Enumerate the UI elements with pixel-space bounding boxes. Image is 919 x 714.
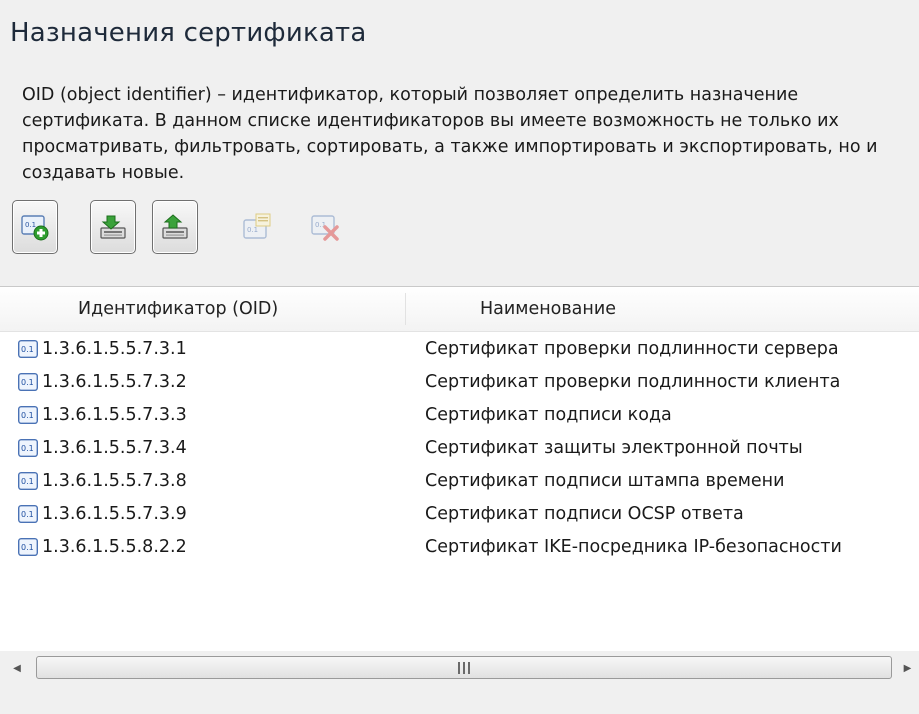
table-row[interactable]: 0.1 1.3.6.1.5.5.7.3.8 Сертификат подписи… — [0, 465, 919, 498]
list-rows: 0.1 1.3.6.1.5.5.7.3.1 Сертификат проверк… — [0, 333, 919, 564]
export-button[interactable] — [152, 200, 198, 254]
oid-properties-button[interactable]: 0.1 — [234, 200, 280, 254]
oid-name: Сертификат защиты электронной почты — [425, 438, 803, 458]
oid-delete-button[interactable]: 0.1 — [302, 200, 348, 254]
column-divider[interactable] — [405, 293, 406, 325]
oid-add-icon: 0.1 — [21, 215, 49, 241]
table-row[interactable]: 0.1 1.3.6.1.5.5.7.3.1 Сертификат проверк… — [0, 333, 919, 366]
oid-add-icon-text: 0.1 — [25, 221, 36, 229]
oid-value: 1.3.6.1.5.5.7.3.3 — [42, 405, 187, 425]
oid-name: Сертификат проверки подлинности сервера — [425, 339, 839, 359]
table-row[interactable]: 0.1 1.3.6.1.5.5.8.2.2 Сертификат IKE-пос… — [0, 531, 919, 564]
oid-properties-icon: 0.1 — [243, 213, 271, 239]
oid-icon-text: 0.1 — [21, 477, 34, 486]
oid-icon: 0.1 — [18, 373, 38, 391]
oid-value: 1.3.6.1.5.5.8.2.2 — [42, 537, 187, 557]
oid-icon: 0.1 — [18, 505, 38, 523]
oid-name: Сертификат проверки подлинности клиента — [425, 372, 841, 392]
oid-icon-text: 0.1 — [21, 444, 34, 453]
oid-icon-text: 0.1 — [21, 510, 34, 519]
oid-icon: 0.1 — [18, 472, 38, 490]
page-title: Назначения сертификата — [10, 18, 367, 48]
table-row[interactable]: 0.1 1.3.6.1.5.5.7.3.3 Сертификат подписи… — [0, 399, 919, 432]
oid-icon-text: 0.1 — [21, 411, 34, 420]
oid-icon: 0.1 — [18, 406, 38, 424]
table-row[interactable]: 0.1 1.3.6.1.5.5.7.3.9 Сертификат подписи… — [0, 498, 919, 531]
scrollbar-thumb[interactable] — [36, 656, 892, 679]
oid-icon-text: 0.1 — [21, 378, 34, 387]
oid-name: Сертификат подписи OCSP ответа — [425, 504, 744, 524]
list-header: Идентификатор (OID) Наименование — [0, 287, 919, 332]
oid-icon: 0.1 — [18, 538, 38, 556]
oid-value: 1.3.6.1.5.5.7.3.2 — [42, 372, 187, 392]
oid-properties-icon-text: 0.1 — [247, 226, 258, 234]
column-header-oid[interactable]: Идентификатор (OID) — [78, 287, 278, 331]
oid-value: 1.3.6.1.5.5.7.3.8 — [42, 471, 187, 491]
oid-list[interactable]: Идентификатор (OID) Наименование 0.1 1.3… — [0, 287, 919, 651]
column-header-name[interactable]: Наименование — [480, 287, 616, 331]
oid-delete-icon: 0.1 — [311, 215, 339, 241]
oid-value: 1.3.6.1.5.5.7.3.9 — [42, 504, 187, 524]
import-button[interactable] — [90, 200, 136, 254]
oid-icon: 0.1 — [18, 439, 38, 457]
import-icon — [100, 215, 126, 239]
oid-icon-text: 0.1 — [21, 345, 34, 354]
oid-value: 1.3.6.1.5.5.7.3.1 — [42, 339, 187, 359]
oid-name: Сертификат подписи кода — [425, 405, 672, 425]
chevron-left-icon: ◀ — [13, 662, 21, 674]
chevron-right-icon: ▶ — [903, 662, 912, 674]
oid-icon-text: 0.1 — [21, 543, 34, 552]
scroll-right-button[interactable]: ▶ — [896, 651, 919, 685]
scroll-left-button[interactable]: ◀ — [0, 651, 34, 685]
page-description: OID (object identifier) – идентификатор,… — [22, 85, 878, 183]
grip-icon — [458, 662, 470, 674]
oid-name: Сертификат IKE-посредника IP-безопасност… — [425, 537, 842, 557]
export-icon — [162, 214, 188, 239]
oid-name: Сертификат подписи штампа времени — [425, 471, 785, 491]
oid-value: 1.3.6.1.5.5.7.3.4 — [42, 438, 187, 458]
add-oid-button[interactable]: 0.1 — [12, 200, 58, 254]
table-row[interactable]: 0.1 1.3.6.1.5.5.7.3.2 Сертификат проверк… — [0, 366, 919, 399]
oid-icon: 0.1 — [18, 340, 38, 358]
horizontal-scrollbar[interactable]: ◀ ▶ — [0, 651, 919, 685]
table-row[interactable]: 0.1 1.3.6.1.5.5.7.3.4 Сертификат защиты … — [0, 432, 919, 465]
